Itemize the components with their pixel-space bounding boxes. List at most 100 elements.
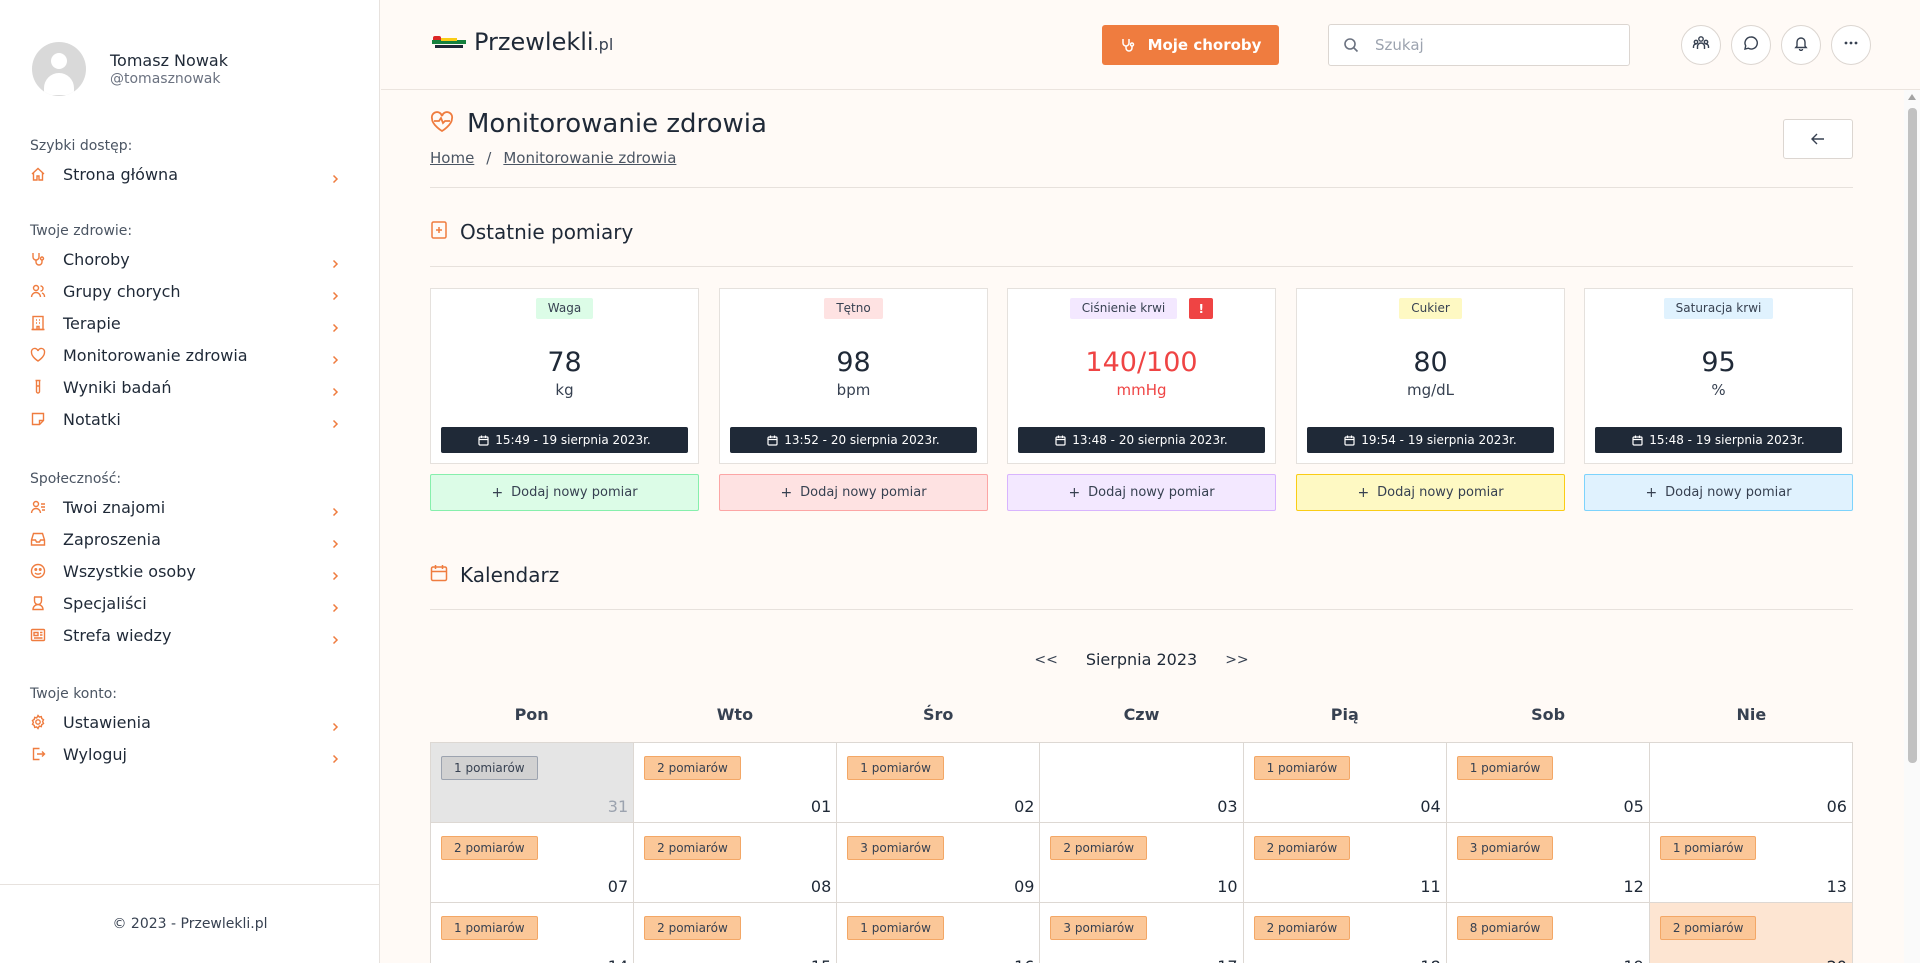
logo[interactable]: Przewlekli.pl xyxy=(431,28,613,56)
user-name: Tomasz Nowak xyxy=(110,51,228,70)
breadcrumb-home[interactable]: Home xyxy=(430,149,474,167)
calendar-day-cell[interactable]: 1 pomiarów 14 xyxy=(431,903,635,963)
calendar-day-cell[interactable]: 2 pomiarów 11 xyxy=(1243,823,1447,903)
measurement-unit: kg xyxy=(555,381,574,399)
sidebar-item-label: Notatki xyxy=(63,409,121,429)
measurement-count-badge[interactable]: 1 pomiarów xyxy=(441,756,538,780)
scroll-up-arrow-icon[interactable] xyxy=(1908,94,1916,100)
calendar-day-cell[interactable]: 3 pomiarów 17 xyxy=(1040,903,1244,963)
building-icon xyxy=(30,315,46,331)
my-diseases-button[interactable]: Moje choroby xyxy=(1102,25,1279,65)
notifications-button[interactable] xyxy=(1781,25,1821,65)
calendar-day-cell[interactable]: 06 xyxy=(1649,743,1853,823)
sidebar-item-notatki[interactable]: Notatki xyxy=(30,403,340,435)
chevron-right-icon xyxy=(330,169,340,184)
measurement-count-badge[interactable]: 2 pomiarów xyxy=(644,756,741,780)
measurement-card[interactable]: Waga 78 kg 15:49 - 19 sierpnia 2023r. xyxy=(430,288,699,464)
sidebar-item-specjali-ci[interactable]: Specjaliści xyxy=(30,587,340,619)
calendar-day-cell[interactable]: 2 pomiarów 18 xyxy=(1243,903,1447,963)
calendar-day-cell[interactable]: 2 pomiarów 15 xyxy=(634,903,838,963)
sidebar-item-wyniki-bada-[interactable]: Wyniki badań xyxy=(30,371,340,403)
measurement-count-badge[interactable]: 2 pomiarów xyxy=(1253,916,1351,940)
more-button[interactable] xyxy=(1831,25,1871,65)
sidebar-item-label: Specjaliści xyxy=(63,593,147,613)
calendar-day-cell[interactable]: 1 pomiarów 16 xyxy=(837,903,1041,963)
scrollbar[interactable] xyxy=(1904,90,1920,963)
measurement-count-badge[interactable]: 8 pomiarów xyxy=(1456,916,1554,940)
measurement-card[interactable]: Ciśnienie krwi! 140/100 mmHg 13:48 - 20 sie… xyxy=(1007,288,1276,464)
measurement-count-badge[interactable]: 1 pomiarów xyxy=(847,756,944,780)
calendar-day-cell[interactable]: 1 pomiarów 13 xyxy=(1649,823,1853,903)
calendar-day-cell[interactable]: 1 pomiarów 31 xyxy=(431,743,635,823)
measurement-count-badge[interactable]: 1 pomiarów xyxy=(1456,756,1554,780)
calendar-day-cell[interactable]: 1 pomiarów 05 xyxy=(1446,743,1650,823)
prev-month-button[interactable]: << xyxy=(1034,652,1057,668)
breadcrumb-current[interactable]: Monitorowanie zdrowia xyxy=(503,149,676,167)
calendar-day-cell[interactable]: 3 pomiarów 09 xyxy=(837,823,1041,903)
add-measurement-button[interactable]: + Dodaj nowy pomiar xyxy=(719,474,988,511)
measurement-card[interactable]: Cukier 80 mg/dL 19:54 - 19 sierpnia 2023r. xyxy=(1296,288,1565,464)
measurement-count-badge[interactable]: 3 pomiarów xyxy=(1050,916,1148,940)
divider xyxy=(430,609,1853,610)
add-measurement-button[interactable]: + Dodaj nowy pomiar xyxy=(1584,474,1853,511)
calendar-day-cell[interactable]: 03 xyxy=(1040,743,1244,823)
measurement-count-badge[interactable]: 3 pomiarów xyxy=(847,836,944,860)
sidebar-item-wyloguj[interactable]: Wyloguj xyxy=(30,738,340,770)
calendar-day-cell[interactable]: 2 pomiarów 07 xyxy=(431,823,635,903)
sidebar-item-monitorowanie-zdrowia[interactable]: Monitorowanie zdrowia xyxy=(30,339,340,371)
measurement-count-badge[interactable]: 2 pomiarów xyxy=(644,916,741,940)
scrollbar-thumb[interactable] xyxy=(1908,108,1917,763)
calendar-day-cell[interactable]: 2 pomiarów 10 xyxy=(1040,823,1244,903)
sidebar-item-choroby[interactable]: Choroby xyxy=(30,243,340,275)
measurement-count-badge[interactable]: 2 pomiarów xyxy=(1050,836,1148,860)
calendar-day-cell[interactable]: 1 pomiarów 04 xyxy=(1243,743,1447,823)
search-input[interactable] xyxy=(1375,36,1605,54)
measurement-count-badge[interactable]: 3 pomiarów xyxy=(1456,836,1554,860)
sidebar-item-zaproszenia[interactable]: Zaproszenia xyxy=(30,523,340,555)
day-number: 08 xyxy=(810,877,832,896)
divider xyxy=(430,187,1853,188)
measurement-count-badge[interactable]: 2 pomiarów xyxy=(1659,916,1757,940)
user-profile[interactable]: Tomasz Nowak @tomasznowak xyxy=(32,42,228,96)
calendar-day-cell[interactable]: 2 pomiarów 20 xyxy=(1649,903,1853,963)
more-dots-icon xyxy=(1843,35,1859,55)
measurement-count-badge[interactable]: 1 pomiarów xyxy=(441,916,538,940)
sidebar-item-strefa-wiedzy[interactable]: Strefa wiedzy xyxy=(30,619,340,651)
measurement-count-badge[interactable]: 2 pomiarów xyxy=(1253,836,1351,860)
next-month-button[interactable]: >> xyxy=(1225,652,1248,668)
groups-button[interactable] xyxy=(1681,25,1721,65)
calendar-day-cell[interactable]: 2 pomiarów 01 xyxy=(634,743,838,823)
add-measurement-button[interactable]: + Dodaj nowy pomiar xyxy=(1007,474,1276,511)
calendar-day-cell[interactable]: 3 pomiarów 12 xyxy=(1446,823,1650,903)
measurement-card[interactable]: Tętno 98 bpm 13:52 - 20 sierpnia 2023r. xyxy=(719,288,988,464)
add-measurement-label: Dodaj nowy pomiar xyxy=(1088,485,1215,500)
measurement-card[interactable]: Saturacja krwi 95% 15:48 - 19 sierpnia 202… xyxy=(1584,288,1853,464)
chevron-right-icon xyxy=(330,254,340,269)
back-button[interactable] xyxy=(1783,119,1853,159)
measurement-timestamp: 15:48 - 19 sierpnia 2023r. xyxy=(1595,427,1842,453)
measurement-count-badge[interactable]: 1 pomiarów xyxy=(1659,836,1757,860)
sidebar-item-twoi-znajomi[interactable]: Twoi znajomi xyxy=(30,491,340,523)
calendar-day-cell[interactable]: 8 pomiarów 19 xyxy=(1446,903,1650,963)
search-box[interactable] xyxy=(1328,24,1630,66)
messages-button[interactable] xyxy=(1731,25,1771,65)
sidebar-item-ustawienia[interactable]: Ustawienia xyxy=(30,706,340,738)
chevron-right-icon xyxy=(330,566,340,581)
sidebar-item-grupy-chorych[interactable]: Grupy chorych xyxy=(30,275,340,307)
sidebar-item-wszystkie-osoby[interactable]: Wszystkie osoby xyxy=(30,555,340,587)
measurement-value: 140/100 xyxy=(1085,347,1198,378)
sidebar-item-terapie[interactable]: Terapie xyxy=(30,307,340,339)
measurement-count-badge[interactable]: 1 pomiarów xyxy=(1253,756,1351,780)
add-measurement-label: Dodaj nowy pomiar xyxy=(800,485,927,500)
measurement-count-badge[interactable]: 2 pomiarów xyxy=(644,836,741,860)
measurement-count-badge[interactable]: 1 pomiarów xyxy=(847,916,944,940)
calendar-day-cell[interactable]: 1 pomiarów 02 xyxy=(837,743,1041,823)
measurement-count-badge[interactable]: 2 pomiarów xyxy=(441,836,538,860)
calendar-day-cell[interactable]: 2 pomiarów 08 xyxy=(634,823,838,903)
add-measurement-button[interactable]: + Dodaj nowy pomiar xyxy=(1296,474,1565,511)
sidebar-item-strona-g-wna[interactable]: Strona główna xyxy=(30,158,340,190)
add-measurement-button[interactable]: + Dodaj nowy pomiar xyxy=(430,474,699,511)
calendar-icon xyxy=(430,564,448,586)
measurement-timestamp: 13:48 - 20 sierpnia 2023r. xyxy=(1018,427,1265,453)
chevron-right-icon xyxy=(330,717,340,732)
